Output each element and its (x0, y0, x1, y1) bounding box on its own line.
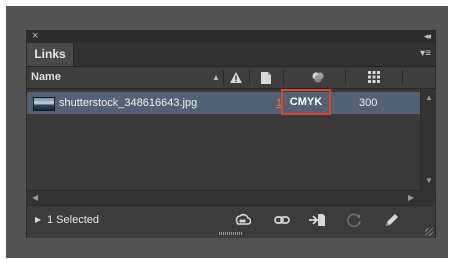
disclosure-triangle-icon[interactable]: ▶ (35, 214, 41, 226)
scroll-corner (420, 190, 435, 204)
column-divider (283, 70, 284, 85)
go-to-link-icon (309, 214, 325, 226)
relink-button[interactable] (273, 211, 291, 229)
relink-cc-icon (235, 213, 252, 225)
scroll-right-icon[interactable]: ▶ (408, 194, 414, 202)
update-link-icon (347, 213, 361, 228)
column-header-name[interactable]: Name (31, 67, 61, 88)
vertical-scrollbar[interactable]: ▲ ▼ (420, 89, 436, 190)
links-list: shutterstock_348616643.jpg 1 CMYK 300 (27, 89, 420, 190)
warning-icon (230, 72, 242, 83)
links-panel: × ◂◂ Links ▾≡ Name ▴ shutterstock_348616… (26, 30, 436, 238)
update-link-button[interactable] (345, 211, 363, 229)
panel-titlebar: × ◂◂ (27, 30, 435, 43)
scroll-left-icon[interactable]: ◀ (32, 194, 38, 202)
horizontal-scrollbar[interactable]: ◀ ▶ (27, 190, 420, 205)
scroll-down-icon[interactable]: ▼ (425, 177, 433, 185)
close-icon[interactable]: × (32, 30, 38, 42)
sort-ascending-icon[interactable]: ▴ (210, 67, 222, 88)
column-header-status[interactable] (226, 67, 246, 88)
table-row[interactable]: shutterstock_348616643.jpg 1 CMYK 300 (27, 89, 420, 115)
edit-original-button[interactable] (383, 211, 401, 229)
page-icon (261, 72, 271, 84)
selection-status: 1 Selected (47, 214, 99, 226)
column-divider (223, 70, 224, 85)
relink-cc-button[interactable] (233, 211, 252, 229)
link-filename: shutterstock_348616643.jpg (59, 97, 198, 109)
go-to-link-button[interactable] (308, 211, 326, 229)
thumbnail-image (33, 97, 55, 111)
column-divider (402, 70, 403, 85)
panel-menu-icon[interactable]: ▾≡ (420, 48, 431, 60)
collapse-icon[interactable]: ◂◂ (424, 30, 431, 42)
panel-resize-grip[interactable] (219, 232, 243, 235)
color-space-icon (312, 72, 324, 83)
column-header-color-space[interactable] (307, 67, 329, 88)
column-header-page[interactable] (255, 67, 277, 88)
scroll-up-icon[interactable]: ▲ (425, 94, 433, 102)
resize-corner-icon[interactable] (425, 228, 433, 236)
column-divider (249, 70, 250, 85)
panel-footer: ▶ 1 Selected (27, 205, 435, 238)
resolution-icon (368, 71, 380, 83)
edit-original-icon (386, 214, 398, 226)
color-space-value: CMYK (281, 89, 331, 115)
column-header: Name ▴ (27, 67, 435, 89)
column-divider (345, 70, 346, 85)
relink-icon (274, 216, 290, 224)
tab-bar: Links ▾≡ (27, 43, 435, 67)
column-header-resolution[interactable] (365, 67, 383, 88)
tab-links[interactable]: Links (27, 43, 74, 66)
resolution-value: 300 (359, 97, 378, 109)
